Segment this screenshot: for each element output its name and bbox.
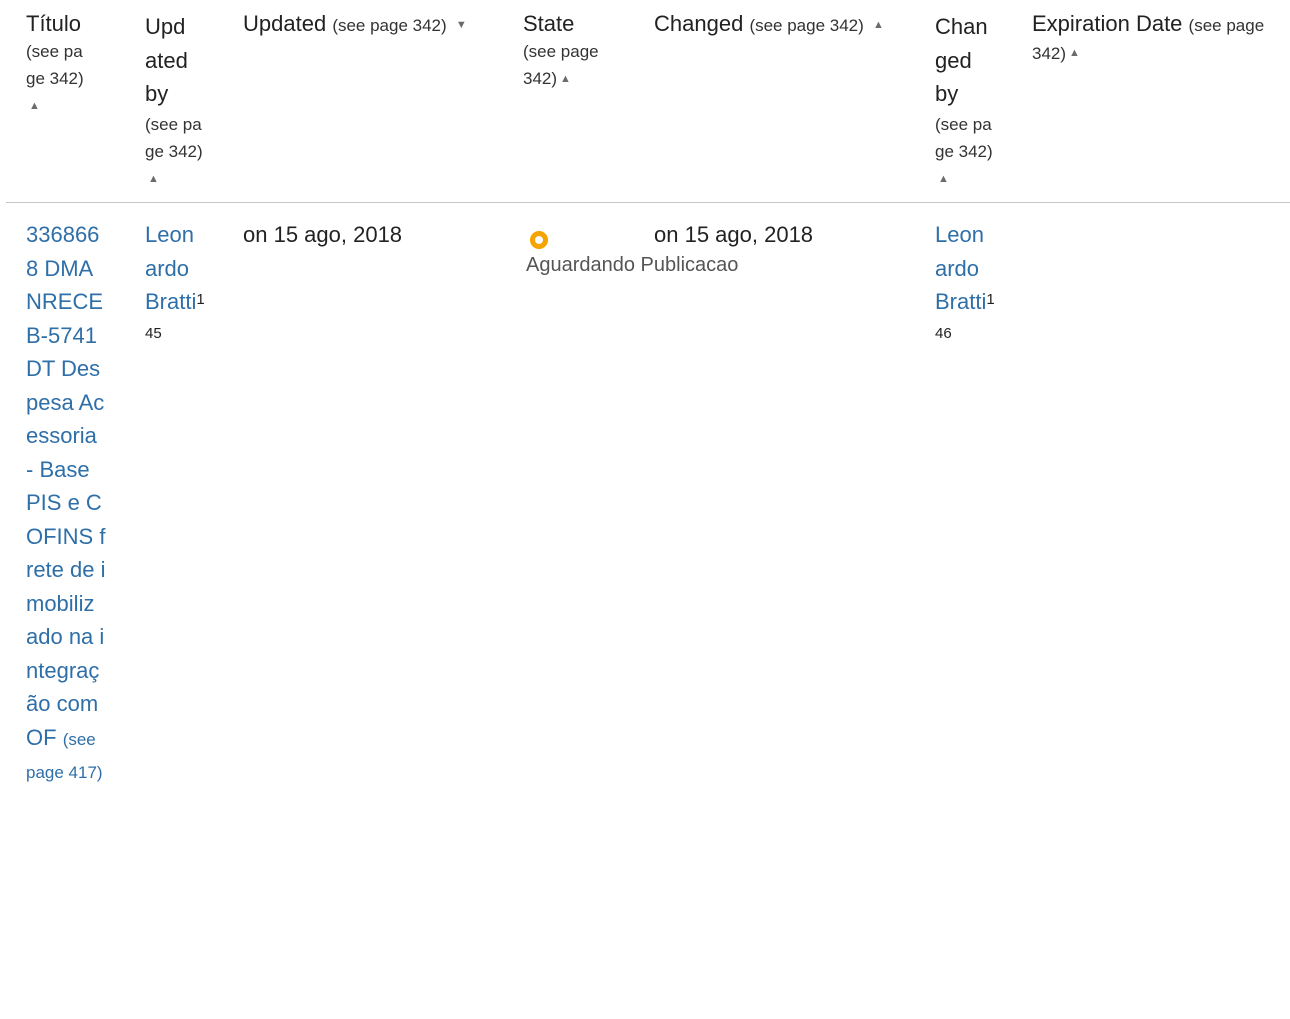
see-page-text: (see page 342)	[26, 42, 84, 88]
sort-up-icon[interactable]: ▲	[1069, 40, 1080, 66]
column-header-state[interactable]: State (see page 342) ▲	[523, 10, 623, 93]
header-see-page-changed-by: (see page 342) ▲	[935, 111, 997, 193]
title-link[interactable]: 3368668 DMANRECEB-5741 DT Despesa Acesso…	[26, 222, 106, 750]
header-divider	[6, 202, 1290, 203]
table-row-changed-by-cell: Leonardo Bratti146	[935, 218, 995, 352]
table-row-changed-cell: on 15 ago, 2018	[654, 222, 814, 247]
header-label-changed-by: Changed by	[935, 14, 988, 106]
column-header-expiration-date[interactable]: Expiration Date (see page 342) ▲	[1032, 10, 1277, 67]
header-label-expiration: Expiration Date	[1032, 11, 1183, 36]
header-see-page-state: (see page 342) ▲	[523, 38, 618, 93]
page-table-export: Título (see page 342) ▲ Updated by (see p…	[0, 0, 1290, 1019]
header-label-titulo: Título	[26, 11, 82, 36]
column-header-updated[interactable]: Updated (see page 342) ▼	[243, 10, 513, 39]
sort-down-icon[interactable]: ▼	[456, 12, 467, 38]
header-label-changed: Changed	[654, 11, 744, 36]
column-header-changed-by[interactable]: Changed by (see page 342) ▲	[935, 10, 997, 193]
changed-by-user-link[interactable]: Leonardo Bratti	[935, 222, 986, 314]
sort-up-icon[interactable]: ▲	[938, 166, 949, 193]
sort-up-icon[interactable]: ▲	[29, 93, 40, 120]
column-header-titulo[interactable]: Título (see page 342) ▲	[26, 10, 96, 120]
header-see-page-changed: (see page 342)	[749, 16, 864, 35]
column-header-changed[interactable]: Changed (see page 342) ▲	[654, 10, 924, 39]
table-row-updated-by-cell: Leonardo Bratti145	[145, 218, 205, 352]
circle-status-icon	[530, 231, 548, 249]
header-label-updated: Updated	[243, 11, 327, 36]
header-label-state: State	[523, 11, 575, 36]
header-see-page-updated-by: (see page 342) ▲	[145, 111, 205, 193]
sort-up-icon[interactable]: ▲	[560, 66, 571, 93]
updated-by-user-link[interactable]: Leonardo Bratti	[145, 222, 196, 314]
header-see-page-updated: (see page 342)	[332, 16, 447, 35]
header-label-updated-by: Updated by	[145, 14, 188, 106]
see-page-text: (see page 342)	[145, 114, 203, 161]
sort-up-icon[interactable]: ▲	[148, 166, 159, 193]
sort-up-icon[interactable]: ▲	[873, 12, 884, 38]
column-header-updated-by[interactable]: Updated by (see page 342) ▲	[145, 10, 205, 193]
table-row-updated-cell: on 15 ago, 2018	[243, 222, 403, 247]
state-status-label: Aguardando Publicacao	[526, 254, 739, 276]
table-row-title-cell: 3368668 DMANRECEB-5741 DT Despesa Acesso…	[26, 218, 106, 788]
see-page-text: (see page 342)	[935, 114, 993, 161]
header-see-page-titulo: (see page 342) ▲	[26, 38, 84, 120]
